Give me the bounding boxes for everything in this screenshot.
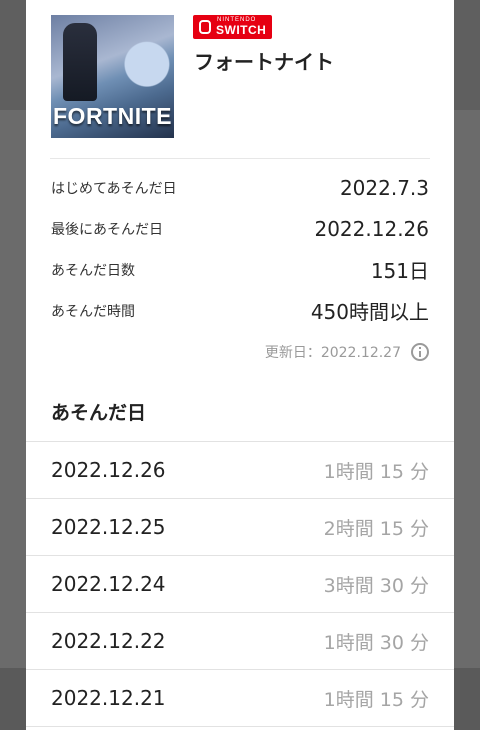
day-duration: 2時間 15 分 <box>323 517 429 540</box>
played-days-list: 2022.12.26 1時間 15 分 2022.12.25 2時間 15 分 … <box>26 441 454 727</box>
list-item: 2022.12.21 1時間 15 分 <box>26 670 454 727</box>
game-title: フォートナイト <box>194 50 334 74</box>
game-header: FORTNITE NINTENDO SWITCH フォートナイト <box>26 0 454 158</box>
stat-label: あそんだ日数 <box>51 262 135 279</box>
list-item: 2022.12.26 1時間 15 分 <box>26 442 454 499</box>
updated-date-text: 更新日：2022.12.27 <box>264 345 401 361</box>
cover-character <box>63 23 97 101</box>
day-date: 2022.12.22 <box>51 629 166 653</box>
day-date: 2022.12.21 <box>51 686 166 710</box>
switch-logo-icon <box>199 20 211 34</box>
nintendo-switch-badge: NINTENDO SWITCH <box>193 15 272 39</box>
updated-date: 更新日：2022.12.27 <box>26 331 454 373</box>
day-duration: 1時間 30 分 <box>323 631 429 654</box>
played-days-title: あそんだ日 <box>51 402 147 424</box>
list-item: 2022.12.25 2時間 15 分 <box>26 499 454 556</box>
stat-last-played: 最後にあそんだ日 2022.12.26 <box>51 208 429 249</box>
game-cover-image: FORTNITE <box>51 15 174 138</box>
stat-first-played: はじめてあそんだ日 2022.7.3 <box>51 167 429 208</box>
play-stats: はじめてあそんだ日 2022.7.3 最後にあそんだ日 2022.12.26 あ… <box>26 159 454 331</box>
day-duration: 1時間 15 分 <box>323 688 429 711</box>
stat-label: あそんだ時間 <box>51 303 135 320</box>
list-item: 2022.12.22 1時間 30 分 <box>26 613 454 670</box>
stat-days-played: あそんだ日数 151日 <box>51 249 429 290</box>
stat-value: 2022.7.3 <box>339 175 429 200</box>
badge-switch-text: SWITCH <box>216 23 267 37</box>
stat-value: 151日 <box>370 259 429 283</box>
stat-value: 450時間以上 <box>310 300 429 324</box>
day-duration: 1時間 15 分 <box>323 460 429 483</box>
day-date: 2022.12.26 <box>51 458 166 482</box>
stat-value: 2022.12.26 <box>314 216 429 241</box>
info-icon[interactable] <box>411 343 429 361</box>
day-duration: 3時間 30 分 <box>323 574 429 597</box>
cover-logo-text: FORTNITE <box>53 103 172 129</box>
day-date: 2022.12.25 <box>51 515 166 539</box>
stat-label: はじめてあそんだ日 <box>51 180 177 197</box>
day-date: 2022.12.24 <box>51 572 166 596</box>
stat-label: 最後にあそんだ日 <box>51 221 163 238</box>
list-item: 2022.12.24 3時間 30 分 <box>26 556 454 613</box>
game-detail-panel: FORTNITE NINTENDO SWITCH フォートナイト はじめてあそん… <box>26 0 454 730</box>
stat-time-played: あそんだ時間 450時間以上 <box>51 290 429 331</box>
